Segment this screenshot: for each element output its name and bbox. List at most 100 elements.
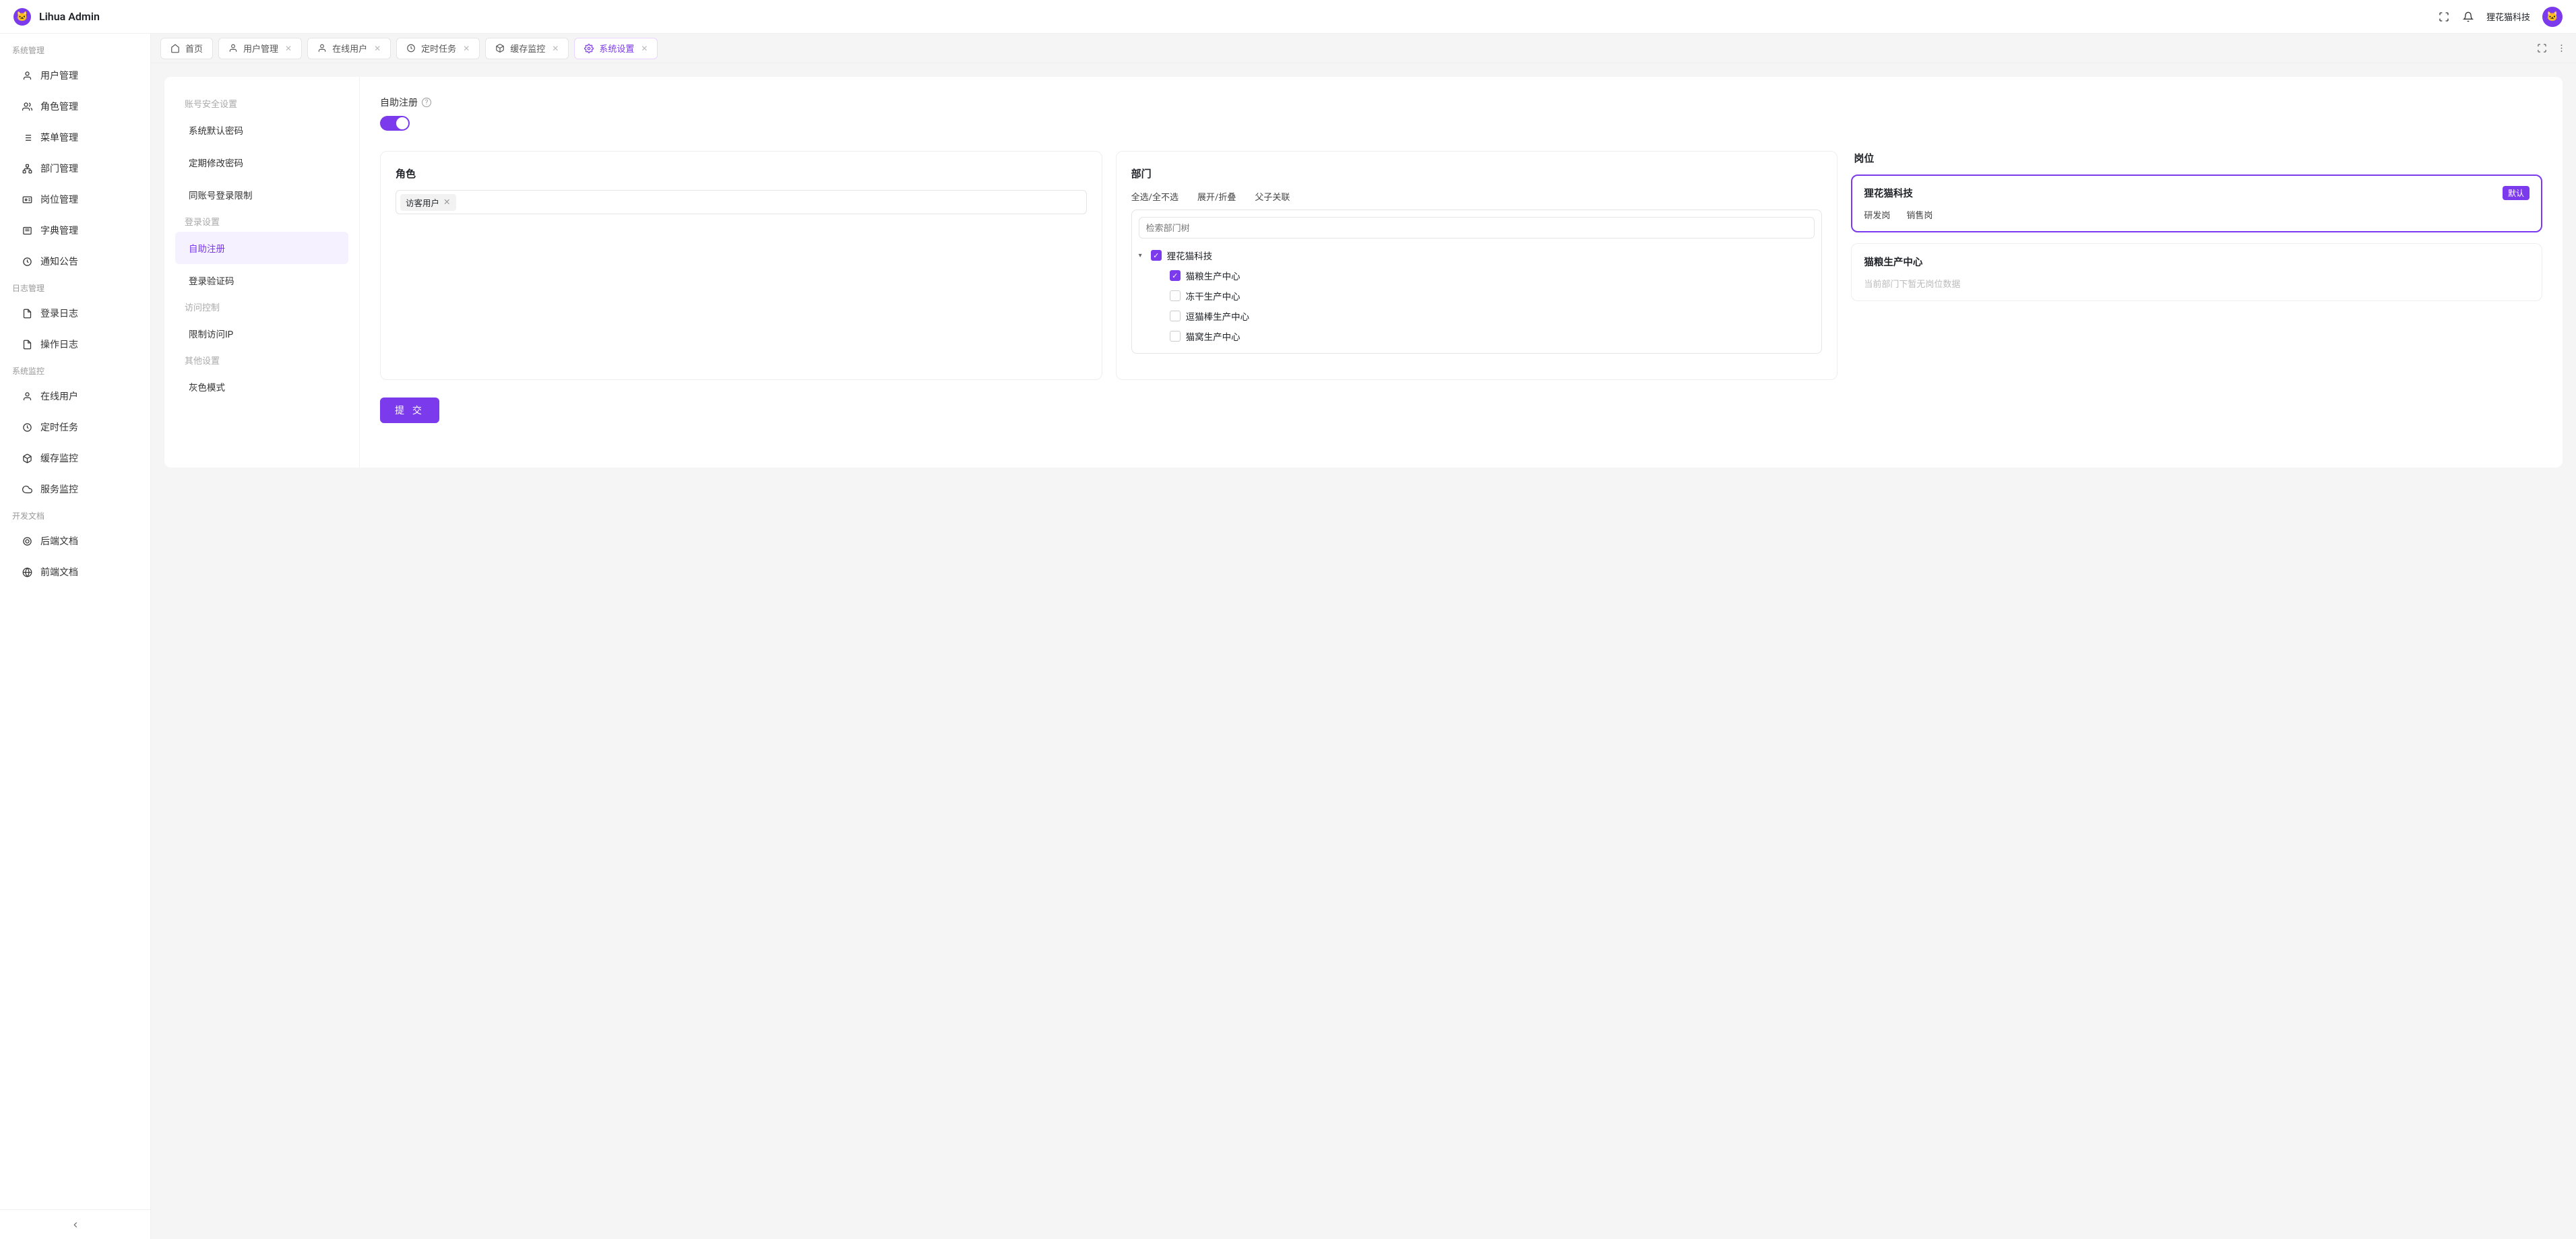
dept-checkbox[interactable] xyxy=(1170,290,1181,301)
sidebar-item[interactable]: 操作日志 xyxy=(0,329,150,360)
user-icon xyxy=(22,71,32,81)
clock-icon xyxy=(22,422,32,433)
submit-button[interactable]: 提 交 xyxy=(380,398,439,423)
dept-checkbox-root[interactable]: ✓ xyxy=(1151,250,1162,261)
help-icon[interactable]: ? xyxy=(422,98,431,107)
dept-parent-link[interactable]: 父子关联 xyxy=(1255,190,1290,203)
position-sub-card[interactable]: 狸花猫科技默认研发岗销售岗 xyxy=(1851,174,2542,232)
dept-tree-node-label[interactable]: 冻干生产中心 xyxy=(1186,289,1240,303)
sidebar-item[interactable]: 岗位管理 xyxy=(0,184,150,215)
close-icon[interactable]: ✕ xyxy=(463,44,470,53)
tab[interactable]: 在线用户✕ xyxy=(307,38,391,59)
sidebar-item[interactable]: 用户管理 xyxy=(0,60,150,91)
sidebar-item-label: 岗位管理 xyxy=(40,193,78,206)
tab-more-icon[interactable] xyxy=(2556,43,2567,53)
settings-nav-title: 访问控制 xyxy=(175,296,348,317)
close-icon[interactable]: ✕ xyxy=(374,44,381,53)
self-register-switch[interactable] xyxy=(380,116,410,131)
fullscreen-icon[interactable] xyxy=(2438,11,2450,23)
default-badge: 默认 xyxy=(2503,186,2530,200)
sidebar-item[interactable]: 缓存监控 xyxy=(0,443,150,474)
settings-nav-item[interactable]: 系统默认密码 xyxy=(175,114,348,146)
cube-icon xyxy=(22,453,32,464)
sidebar-item-label: 菜单管理 xyxy=(40,131,78,144)
dept-tree-node-label[interactable]: 狸花猫科技 xyxy=(1167,249,1213,262)
dept-expand-all[interactable]: 展开/折叠 xyxy=(1197,190,1236,203)
globe-icon xyxy=(22,567,32,577)
tab[interactable]: 系统设置 ✕ xyxy=(574,38,658,59)
sidebar-group-title: 日志管理 xyxy=(0,277,150,298)
sidebar-item-label: 角色管理 xyxy=(40,100,78,113)
dept-checkbox[interactable] xyxy=(1170,311,1181,321)
dept-tree-node-label[interactable]: 逗猫棒生产中心 xyxy=(1186,309,1250,323)
close-icon[interactable]: ✕ xyxy=(552,44,559,53)
sidebar-item[interactable]: 通知公告 xyxy=(0,246,150,277)
sidebar-item-label: 字典管理 xyxy=(40,224,78,237)
role-tag[interactable]: 访客用户 ✕ xyxy=(400,194,456,211)
sidebar-item[interactable]: 字典管理 xyxy=(0,215,150,246)
clock-icon xyxy=(22,257,32,267)
sidebar-collapse-toggle[interactable] xyxy=(0,1209,150,1239)
sidebar-group-title: 系统管理 xyxy=(0,39,150,60)
tab[interactable]: 用户管理✕ xyxy=(218,38,302,59)
position-sub-card[interactable]: 猫粮生产中心当前部门下暂无岗位数据 xyxy=(1851,243,2542,301)
dept-checkbox[interactable] xyxy=(1170,331,1181,342)
avatar[interactable]: 🐱 xyxy=(2542,7,2563,27)
settings-nav-title: 账号安全设置 xyxy=(175,93,348,114)
position-item[interactable]: 研发岗 xyxy=(1864,208,1890,221)
tab[interactable]: 首页 xyxy=(160,38,213,59)
settings-nav-item[interactable]: 灰色模式 xyxy=(175,371,348,403)
remove-tag-icon[interactable]: ✕ xyxy=(443,197,450,208)
sidebar-item-label: 登录日志 xyxy=(40,307,78,320)
settings-nav: 账号安全设置系统默认密码定期修改密码同账号登录限制登录设置自助注册登录验证码访问… xyxy=(164,77,360,468)
dept-tree-node-label[interactable]: 猫粮生产中心 xyxy=(1186,269,1240,282)
settings-nav-item[interactable]: 自助注册 xyxy=(175,232,348,264)
sidebar-item[interactable]: 在线用户 xyxy=(0,381,150,412)
tab-label: 系统设置 xyxy=(599,42,634,55)
sidebar-item-label: 后端文档 xyxy=(40,534,78,548)
position-empty-text: 当前部门下暂无岗位数据 xyxy=(1864,277,2530,290)
close-icon[interactable]: ✕ xyxy=(641,44,648,53)
tab-bar: 首页 用户管理✕在线用户✕定时任务✕缓存监控✕ 系统设置 ✕ xyxy=(151,34,2576,63)
role-icon xyxy=(22,102,32,112)
close-icon[interactable]: ✕ xyxy=(285,44,292,53)
ring-icon xyxy=(22,536,32,546)
bell-icon[interactable] xyxy=(2462,11,2474,23)
settings-icon xyxy=(584,44,594,53)
tab-label: 首页 xyxy=(185,42,203,55)
sidebar-item[interactable]: 服务监控 xyxy=(0,474,150,505)
caret-down-icon[interactable]: ▾ xyxy=(1139,252,1145,259)
settings-nav-item[interactable]: 登录验证码 xyxy=(175,264,348,296)
position-card-title: 岗位 xyxy=(1851,151,2542,165)
position-item[interactable]: 销售岗 xyxy=(1906,208,1933,221)
role-card-title: 角色 xyxy=(396,166,1087,181)
sidebar-item[interactable]: 菜单管理 xyxy=(0,122,150,153)
brand-logo: 🐱 xyxy=(13,8,31,26)
user-name[interactable]: 狸花猫科技 xyxy=(2486,10,2530,23)
tab-expand-icon[interactable] xyxy=(2537,43,2547,53)
sidebar-item[interactable]: 登录日志 xyxy=(0,298,150,329)
settings-nav-item[interactable]: 限制访问IP xyxy=(175,317,348,350)
dept-card: 部门 全选/全不选 展开/折叠 父子关联 xyxy=(1116,151,1838,380)
position-name: 猫粮生产中心 xyxy=(1864,255,1922,269)
user-icon xyxy=(317,43,327,53)
sidebar-item[interactable]: 角色管理 xyxy=(0,91,150,122)
tree-icon xyxy=(22,164,32,174)
settings-nav-item[interactable]: 定期修改密码 xyxy=(175,146,348,179)
position-card: 岗位 狸花猫科技默认研发岗销售岗猫粮生产中心当前部门下暂无岗位数据 xyxy=(1851,151,2542,380)
sidebar-item[interactable]: 部门管理 xyxy=(0,153,150,184)
tab[interactable]: 缓存监控✕ xyxy=(485,38,569,59)
sidebar-item[interactable]: 后端文档 xyxy=(0,526,150,557)
dept-select-all[interactable]: 全选/全不选 xyxy=(1131,190,1179,203)
dept-tree-node-label[interactable]: 猫窝生产中心 xyxy=(1186,329,1240,343)
role-tag-input[interactable]: 访客用户 ✕ xyxy=(396,190,1087,214)
dept-tree-search[interactable] xyxy=(1146,218,1808,238)
sidebar-group-title: 开发文档 xyxy=(0,505,150,526)
home-icon xyxy=(170,44,180,53)
settings-nav-item[interactable]: 同账号登录限制 xyxy=(175,179,348,211)
sidebar-item[interactable]: 前端文档 xyxy=(0,557,150,587)
sidebar-item[interactable]: 定时任务 xyxy=(0,412,150,443)
tab[interactable]: 定时任务✕ xyxy=(396,38,480,59)
book-icon xyxy=(22,226,32,236)
dept-checkbox[interactable]: ✓ xyxy=(1170,270,1181,281)
